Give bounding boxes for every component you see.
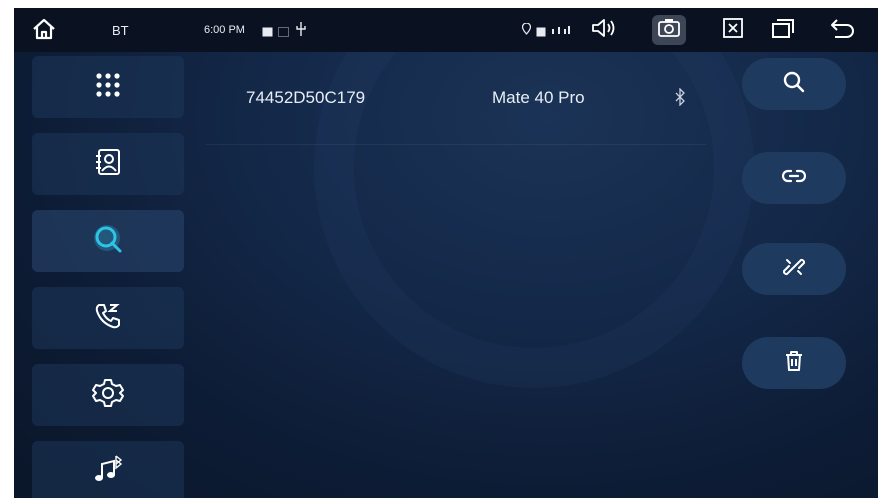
delete-button[interactable] (742, 337, 846, 389)
search-button[interactable] (742, 58, 846, 110)
app-label: BT (112, 23, 129, 38)
camera-icon (657, 18, 681, 43)
sidebar-item-bt-music[interactable] (32, 441, 184, 498)
bt-screen: BT 6:00 PM 74452D50C179 Mate 40 Pro (14, 8, 878, 498)
connect-button[interactable] (742, 152, 846, 204)
gear-icon (92, 377, 124, 414)
search-icon (783, 71, 805, 98)
unlink-icon (782, 256, 806, 283)
sidebar-item-settings[interactable] (32, 364, 184, 426)
link-icon (781, 168, 807, 189)
screenshot-button[interactable] (652, 15, 686, 45)
volume-icon (591, 17, 617, 44)
bluetooth-music-icon (92, 454, 124, 491)
status-bar: BT 6:00 PM (14, 8, 878, 52)
call-log-icon (93, 301, 123, 336)
volume-button[interactable] (587, 15, 621, 45)
contacts-icon (93, 147, 123, 182)
gallery-icon (262, 24, 273, 42)
sidebar-item-dialpad[interactable] (32, 56, 184, 118)
sd-card-icon (278, 24, 289, 42)
device-row[interactable]: 74452D50C179 Mate 40 Pro (206, 56, 706, 145)
location-icon (521, 22, 532, 40)
sidebar-item-contacts[interactable] (32, 133, 184, 195)
sidebar-item-search-devices[interactable] (32, 210, 184, 272)
signal-icon (550, 22, 574, 40)
bluetooth-icon (674, 87, 686, 111)
trash-icon (784, 350, 804, 377)
device-address: 74452D50C179 (246, 88, 366, 107)
recent-apps-button[interactable] (766, 15, 800, 45)
sim-icon (536, 24, 546, 42)
dialpad-icon (93, 70, 123, 105)
clock: 6:00 PM (204, 24, 245, 36)
disconnect-button[interactable] (742, 243, 846, 295)
close-window-icon (723, 17, 743, 43)
home-icon[interactable] (32, 18, 56, 45)
sidebar-item-call-log[interactable] (32, 287, 184, 349)
back-button[interactable] (826, 15, 860, 45)
back-icon (829, 17, 857, 44)
recent-apps-icon (771, 17, 795, 44)
close-window-button[interactable] (716, 15, 750, 45)
usb-icon (296, 22, 306, 41)
search-icon (91, 222, 125, 261)
device-name: Mate 40 Pro (492, 88, 585, 107)
